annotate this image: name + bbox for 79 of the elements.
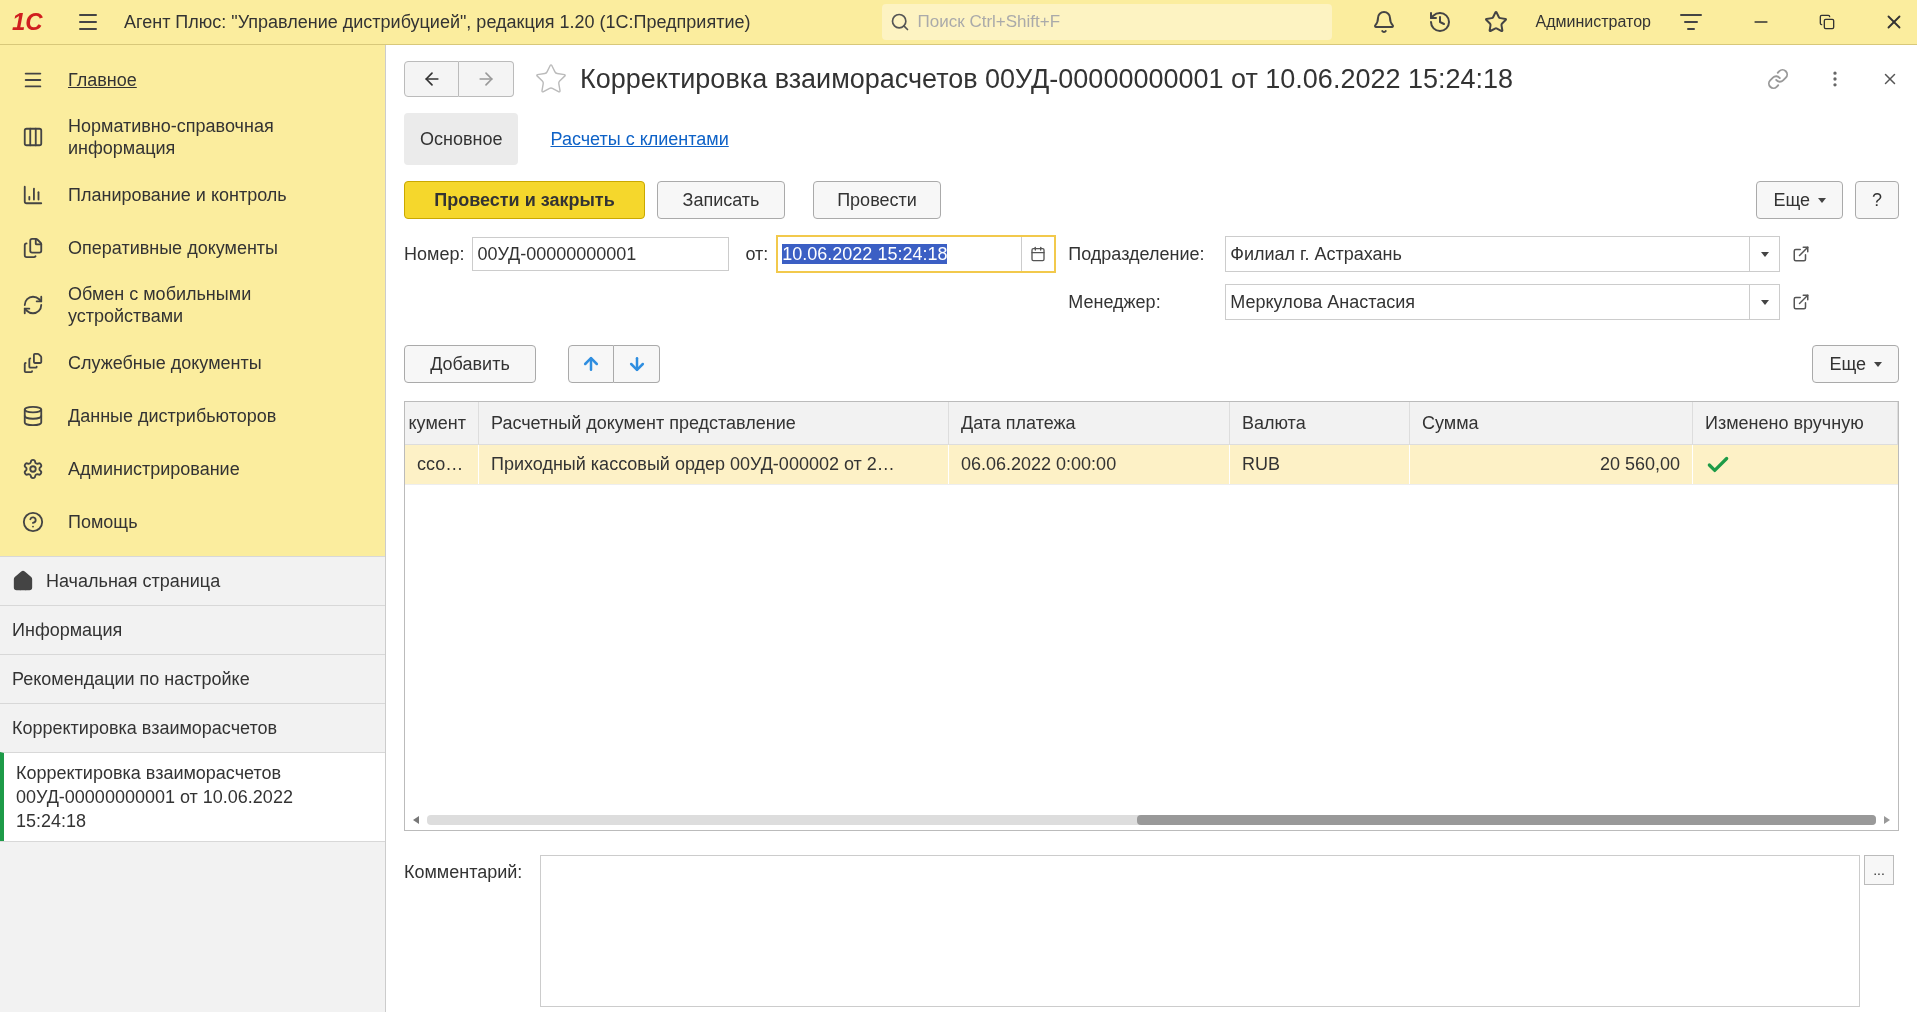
column-header[interactable]: Изменено вручную <box>1693 402 1898 444</box>
section-link[interactable]: Планирование и контроль <box>68 183 318 206</box>
field-label: от: <box>745 242 769 266</box>
open-window-item[interactable]: Рекомендации по настройке <box>0 654 385 703</box>
restore-icon[interactable] <box>1819 14 1835 30</box>
column-header[interactable]: Расчетный документ представление <box>479 402 949 444</box>
section-link[interactable]: Нормативно-справочная информация <box>68 115 318 159</box>
section-link[interactable]: Главное <box>68 68 318 91</box>
star-icon[interactable] <box>534 62 568 96</box>
scroll-left-icon[interactable] <box>413 816 419 824</box>
search-input[interactable]: Поиск Ctrl+Shift+F <box>917 9 1324 35</box>
star-icon[interactable] <box>1483 10 1508 34</box>
history-icon[interactable] <box>1427 10 1452 34</box>
home-icon <box>12 570 34 592</box>
table-row[interactable]: ссо… Приходный кассовый ордер 00УД-000002 от 2… 06.06.2022 0:00:00 RUB 20 560,00 <box>405 445 1898 485</box>
section-link[interactable]: Обмен с мобильными устройствами <box>68 283 318 327</box>
column-header[interactable]: Валюта <box>1230 402 1410 444</box>
refresh-icon <box>22 294 44 316</box>
command-button[interactable]: Записать <box>657 181 785 219</box>
open-window-item[interactable]: Корректировка взаиморасчетов 00УД-00000000001 от 10.06.2022 15:24:18 <box>0 752 385 841</box>
more-button[interactable]: Еще <box>1812 345 1899 383</box>
caret-icon <box>1874 361 1882 367</box>
help-button[interactable]: ? <box>1855 181 1899 219</box>
section-link[interactable]: Служебные документы <box>68 351 318 374</box>
open-icon[interactable] <box>1792 293 1811 311</box>
column-header[interactable]: Сумма <box>1410 402 1693 444</box>
column-header[interactable]: Дата платежа <box>949 402 1230 444</box>
more-button[interactable]: Еще <box>1756 181 1843 219</box>
open-icon[interactable] <box>1792 245 1811 263</box>
link-icon[interactable] <box>1767 68 1789 90</box>
caret-icon <box>1760 251 1769 257</box>
field-label: Менеджер: <box>1068 290 1162 314</box>
database-icon <box>22 404 44 427</box>
columns-icon <box>22 126 44 148</box>
back-button[interactable] <box>404 61 459 97</box>
section-link[interactable]: Помощь <box>68 510 318 533</box>
comment-field[interactable] <box>540 855 1860 1007</box>
open-window-item[interactable]: Информация <box>0 605 385 654</box>
table-cell: ссо… <box>405 445 479 484</box>
table-cell: 06.06.2022 0:00:00 <box>949 445 1230 484</box>
document-title: Корректировка взаиморасчетов 00УД-00000000001 от 10.06.2022 15:24:18 <box>580 62 1514 96</box>
column-header[interactable]: кумент <box>405 402 479 444</box>
field-label: Комментарий: <box>404 861 524 884</box>
table-cell: 20 560,00 <box>1410 445 1693 484</box>
user-name[interactable]: Администратор <box>1535 10 1651 34</box>
search-icon <box>889 12 910 32</box>
post-and-close-button[interactable]: Провести и закрыть <box>404 181 645 219</box>
date-field[interactable]: 10.06.2022 15:24:18 <box>776 235 1057 273</box>
stacked-documents-icon <box>22 351 44 374</box>
select-button[interactable]: ... <box>1864 855 1894 885</box>
table-cell: RUB <box>1230 445 1410 484</box>
caret-icon <box>1760 299 1769 305</box>
documents-icon <box>22 236 44 259</box>
section-link[interactable]: Оперативные документы <box>68 236 318 259</box>
manager-field[interactable]: Меркулова Анастасия <box>1225 284 1781 320</box>
scroll-right-icon[interactable] <box>1884 816 1890 824</box>
open-window-item[interactable]: Начальная страница <box>0 556 385 605</box>
tab[interactable]: Основное <box>404 113 519 165</box>
app-logo: 1С <box>12 7 44 37</box>
help-icon <box>22 510 44 533</box>
move-down-button[interactable] <box>614 345 660 383</box>
bar-chart-icon <box>22 183 44 206</box>
tab[interactable]: Расчеты с клиентами <box>534 113 745 165</box>
search-field[interactable]: Поиск Ctrl+Shift+F <box>881 4 1332 40</box>
calendar-icon[interactable] <box>1030 246 1047 262</box>
section-link[interactable]: Данные дистрибьюторов <box>68 404 318 427</box>
field-label: Подразделение: <box>1068 242 1206 266</box>
settings-icon <box>22 457 44 480</box>
add-button[interactable]: Добавить <box>404 345 536 383</box>
section-link[interactable]: Администрирование <box>68 457 318 480</box>
division-field[interactable]: Филиал г. Астрахань <box>1225 236 1781 272</box>
move-up-button[interactable] <box>568 345 614 383</box>
number-field[interactable]: 00УД-00000000001 <box>472 237 730 271</box>
caret-icon <box>1818 197 1826 203</box>
bell-icon[interactable] <box>1371 10 1396 34</box>
window-title: Агент Плюс: "Управление дистрибуцией", редакция 1.20 (1С:Предприятие) <box>124 10 751 34</box>
field-label: Номер: <box>404 242 465 266</box>
table-cell: Приходный кассовый ордер 00УД-000002 от 2… <box>479 445 949 484</box>
command-button[interactable]: Провести <box>813 181 941 219</box>
